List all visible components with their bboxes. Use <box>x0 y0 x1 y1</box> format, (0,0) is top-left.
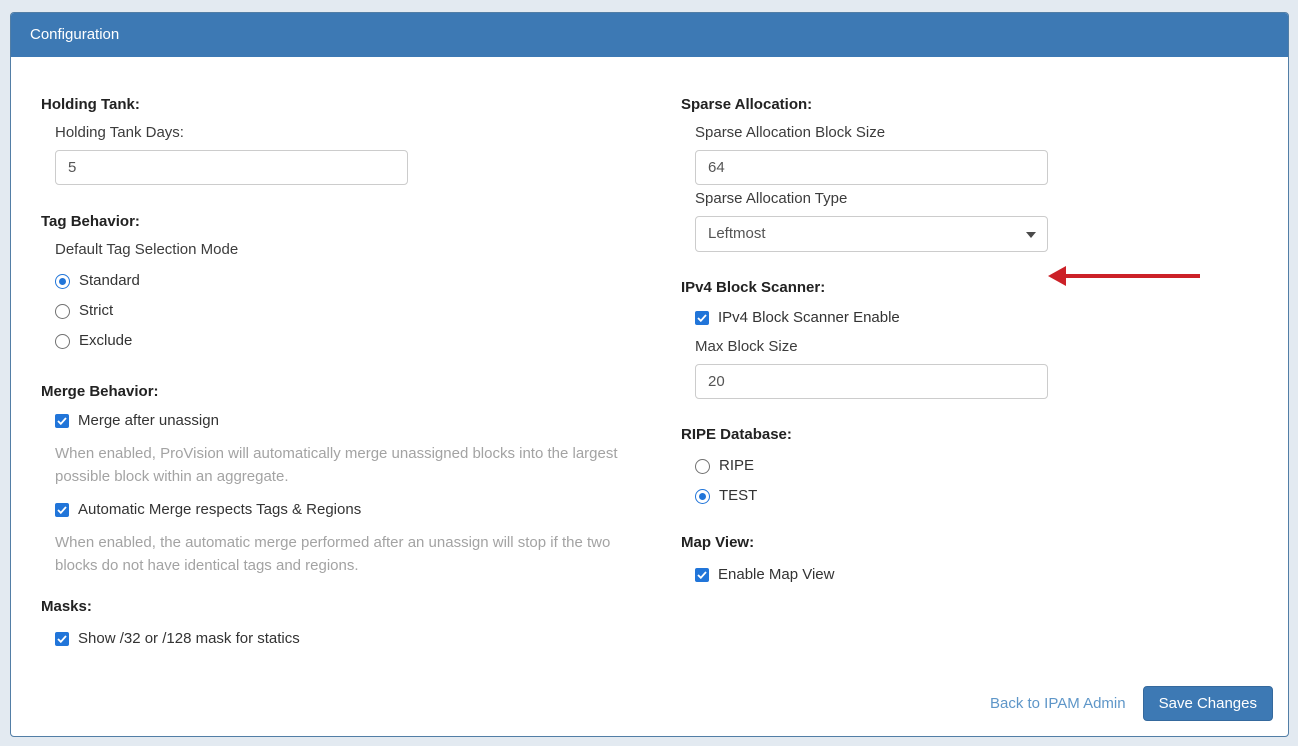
panel-title: Configuration <box>30 26 120 43</box>
radio-standard[interactable] <box>55 273 70 289</box>
enable-map-view-row[interactable]: Enable Map View <box>695 566 1261 584</box>
back-to-ipam-admin-link[interactable]: Back to IPAM Admin <box>990 695 1126 712</box>
show-mask-row[interactable]: Show /32 or /128 mask for statics <box>55 630 656 648</box>
respects-tags-row[interactable]: Automatic Merge respects Tags & Regions <box>55 501 656 519</box>
right-column: Sparse Allocation: Sparse Allocation Blo… <box>681 96 1261 584</box>
sparse-type-label: Sparse Allocation Type <box>695 190 848 207</box>
show-mask-checkbox[interactable] <box>55 632 69 646</box>
respects-tags-help: When enabled, the automatic merge perfor… <box>55 534 611 574</box>
checkmark-icon <box>697 571 707 579</box>
map-view-heading: Map View: <box>681 534 755 551</box>
tag-behavior-heading: Tag Behavior: <box>41 213 140 230</box>
holding-tank-days-label: Holding Tank Days: <box>55 124 184 141</box>
radio-option-exclude[interactable]: Exclude <box>55 332 656 350</box>
merge-behavior-heading: Merge Behavior: <box>41 383 159 400</box>
checkmark-icon <box>697 314 707 322</box>
checkmark-icon <box>57 635 67 643</box>
max-block-size-label: Max Block Size <box>695 338 798 355</box>
show-mask-label[interactable]: Show /32 or /128 mask for statics <box>78 630 300 648</box>
respects-tags-label[interactable]: Automatic Merge respects Tags & Regions <box>78 501 361 519</box>
radio-exclude-label[interactable]: Exclude <box>79 332 132 350</box>
ipv4-scanner-enable-row[interactable]: IPv4 Block Scanner Enable <box>695 309 1261 327</box>
radio-option-test[interactable]: TEST <box>695 487 1261 505</box>
sparse-block-size-label: Sparse Allocation Block Size <box>695 124 886 141</box>
merge-after-unassign-checkbox[interactable] <box>55 414 69 428</box>
radio-ripe[interactable] <box>695 458 710 474</box>
default-tag-selection-mode-label: Default Tag Selection Mode <box>55 241 239 258</box>
sparse-type-select[interactable]: Leftmost <box>695 216 1048 252</box>
radio-option-standard[interactable]: Standard <box>55 272 656 290</box>
merge-after-unassign-row[interactable]: Merge after unassign <box>55 412 656 430</box>
radio-ripe-label[interactable]: RIPE <box>719 457 754 475</box>
checkmark-icon <box>57 417 67 425</box>
save-changes-button[interactable]: Save Changes <box>1142 686 1273 721</box>
ipv4-scanner-enable-checkbox[interactable] <box>695 311 709 325</box>
respects-tags-checkbox[interactable] <box>55 503 69 517</box>
sparse-type-selected-value: Leftmost <box>708 225 766 242</box>
ipv4-scanner-enable-label[interactable]: IPv4 Block Scanner Enable <box>718 309 900 327</box>
left-column: Holding Tank: Holding Tank Days: Tag Beh… <box>41 96 656 648</box>
merge-after-unassign-label[interactable]: Merge after unassign <box>78 412 219 430</box>
chevron-down-icon <box>1026 232 1036 238</box>
radio-option-strict[interactable]: Strict <box>55 302 656 320</box>
radio-exclude[interactable] <box>55 333 70 349</box>
red-arrow-shaft <box>1062 274 1200 278</box>
max-block-size-input[interactable] <box>695 364 1048 399</box>
radio-option-ripe[interactable]: RIPE <box>695 457 1261 475</box>
configuration-panel: Configuration Holding Tank: Holding Tank… <box>10 12 1289 737</box>
radio-test[interactable] <box>695 488 710 504</box>
red-arrow-annotation <box>1048 266 1211 286</box>
sparse-allocation-heading: Sparse Allocation: <box>681 96 813 113</box>
radio-standard-label[interactable]: Standard <box>79 272 140 290</box>
ripe-database-heading: RIPE Database: <box>681 426 792 443</box>
radio-test-label[interactable]: TEST <box>719 487 757 505</box>
footer-actions: Back to IPAM Admin Save Changes <box>990 686 1273 721</box>
holding-tank-days-input[interactable] <box>55 150 408 185</box>
radio-strict[interactable] <box>55 303 70 319</box>
sparse-block-size-input[interactable] <box>695 150 1048 185</box>
enable-map-view-checkbox[interactable] <box>695 568 709 582</box>
enable-map-view-label[interactable]: Enable Map View <box>718 566 834 584</box>
radio-strict-label[interactable]: Strict <box>79 302 113 320</box>
panel-header: Configuration <box>11 13 1288 57</box>
merge-after-unassign-help: When enabled, ProVision will automatical… <box>55 445 618 485</box>
panel-body: Holding Tank: Holding Tank Days: Tag Beh… <box>11 57 1288 737</box>
checkmark-icon <box>57 506 67 514</box>
holding-tank-heading: Holding Tank: <box>41 96 140 113</box>
masks-heading: Masks: <box>41 598 92 615</box>
